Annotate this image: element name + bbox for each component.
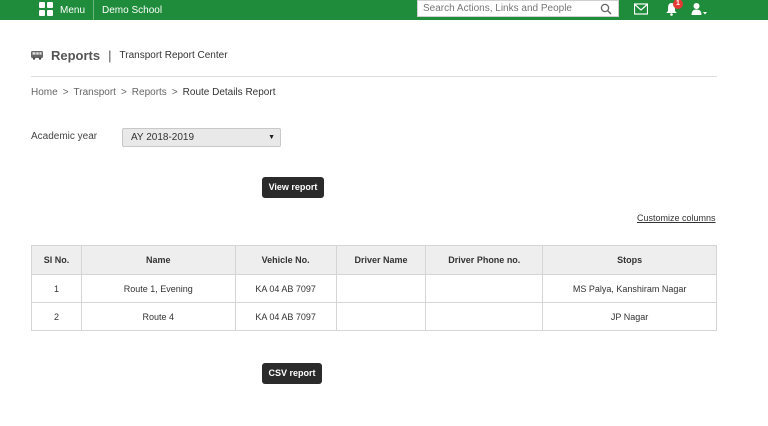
- cell-name: Route 4: [80, 302, 236, 331]
- route-details-table: Sl No. Name Vehicle No. Driver Name Driv…: [31, 245, 717, 331]
- breadcrumb-transport[interactable]: Transport: [74, 87, 116, 98]
- page-title: Reports: [51, 48, 101, 63]
- cell-sl-no: 2: [31, 302, 82, 331]
- page-subtitle: Transport Report Center: [119, 50, 228, 61]
- cell-driver-phone: [425, 302, 544, 331]
- header-divider: [31, 76, 717, 77]
- cell-vehicle-no: KA 04 AB 7097: [234, 274, 337, 303]
- top-navbar: Menu Demo School: [0, 0, 768, 20]
- caret-down-icon: ▼: [268, 134, 275, 141]
- column-header-vehicle-no: Vehicle No.: [234, 245, 337, 275]
- cell-driver-name: [335, 274, 427, 303]
- breadcrumb-arrow: >: [120, 87, 127, 98]
- breadcrumb: Home > Transport > Reports > Route Detai…: [31, 87, 275, 98]
- mail-icon[interactable]: [634, 3, 648, 15]
- cell-name: Route 1, Evening: [80, 274, 236, 303]
- breadcrumb-current: Route Details Report: [182, 87, 276, 98]
- cell-stops: JP Nagar: [542, 302, 717, 331]
- view-report-button[interactable]: View report: [262, 177, 324, 198]
- title-separator: |: [108, 48, 112, 63]
- academic-year-select[interactable]: AY 2018-2019 ▼: [122, 128, 281, 147]
- academic-year-value: AY 2018-2019: [131, 132, 195, 143]
- breadcrumb-reports[interactable]: Reports: [132, 87, 167, 98]
- cell-driver-phone: [425, 274, 544, 303]
- bus-icon: [31, 51, 43, 60]
- column-header-driver-phone: Driver Phone no.: [425, 245, 544, 275]
- menu-label: Menu: [60, 4, 86, 16]
- customize-columns-link[interactable]: Customize columns: [637, 213, 716, 223]
- breadcrumb-arrow: >: [62, 87, 69, 98]
- search-icon[interactable]: [600, 3, 612, 15]
- column-header-stops: Stops: [542, 245, 717, 275]
- cell-sl-no: 1: [31, 274, 82, 303]
- cell-stops: MS Palya, Kanshiram Nagar: [542, 274, 717, 303]
- cell-vehicle-no: KA 04 AB 7097: [234, 302, 337, 331]
- column-header-driver-name: Driver Name: [335, 245, 427, 275]
- table-row: 2 Route 4 KA 04 AB 7097 JP Nagar: [31, 302, 717, 331]
- school-name[interactable]: Demo School: [94, 5, 162, 16]
- academic-year-label: Academic year: [31, 131, 98, 142]
- table-row: 1 Route 1, Evening KA 04 AB 7097 MS Paly…: [31, 274, 717, 303]
- menu-button[interactable]: Menu: [0, 0, 93, 20]
- breadcrumb-home[interactable]: Home: [31, 87, 58, 98]
- csv-report-button[interactable]: CSV report: [262, 363, 322, 384]
- search-input[interactable]: [418, 1, 598, 16]
- table-header-row: Sl No. Name Vehicle No. Driver Name Driv…: [31, 245, 717, 275]
- page-header: Reports | Transport Report Center: [31, 48, 228, 63]
- column-header-sl-no: Sl No.: [31, 245, 82, 275]
- cell-driver-name: [335, 302, 427, 331]
- column-header-name: Name: [80, 245, 236, 275]
- search-box: [417, 0, 619, 17]
- breadcrumb-arrow: >: [171, 87, 178, 98]
- grid-icon: [39, 2, 53, 16]
- user-icon[interactable]: [691, 2, 707, 16]
